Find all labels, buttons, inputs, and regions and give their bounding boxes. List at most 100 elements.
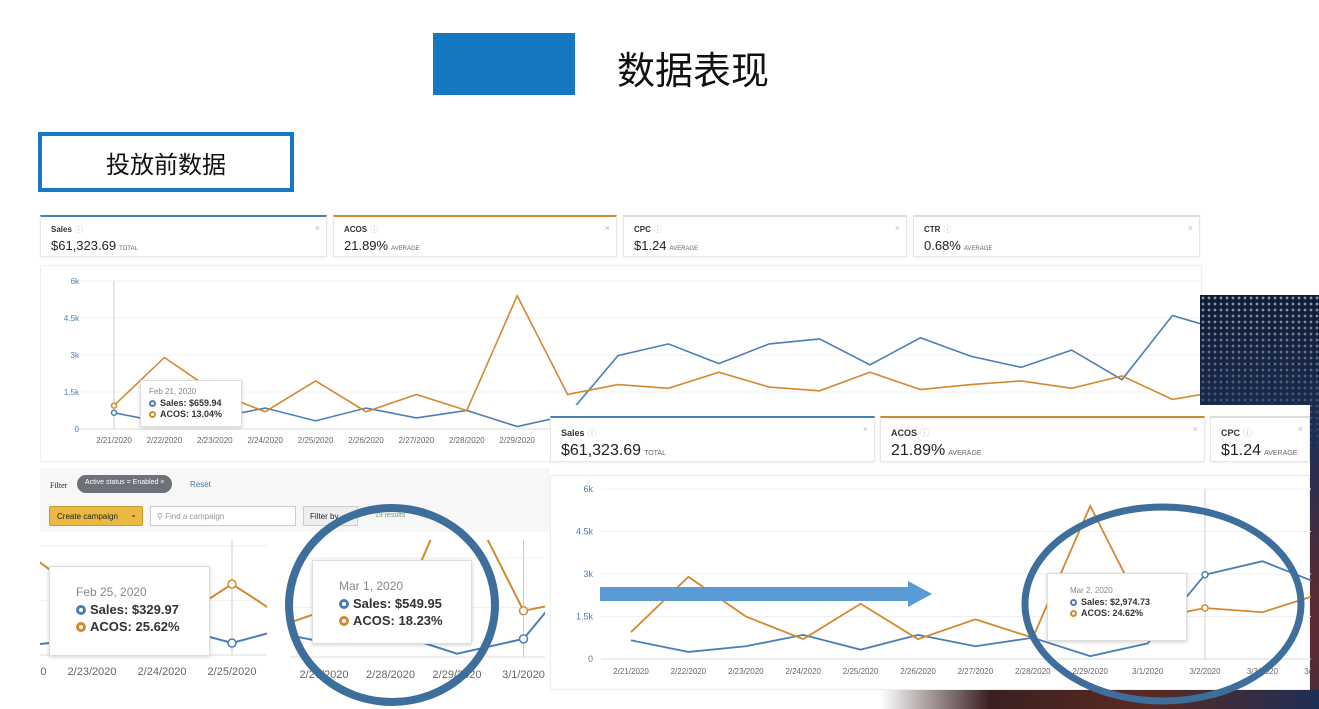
close-icon[interactable]: × bbox=[315, 223, 320, 233]
info-icon: ⓘ bbox=[74, 225, 83, 234]
metric-card-cpc[interactable]: CPC ⓘ $1.24 AVERAGE × bbox=[623, 215, 907, 257]
x-tick-label: 2/27/2020 bbox=[958, 667, 994, 676]
close-icon[interactable]: × bbox=[1188, 223, 1193, 233]
info-icon: ⓘ bbox=[370, 225, 379, 234]
create-campaign-button[interactable]: Create campaign ⌄ bbox=[49, 506, 143, 526]
info-icon: ⓘ bbox=[920, 428, 930, 438]
x-tick-label: 2/25/2020 bbox=[298, 436, 334, 445]
x-tick-label: 2/26/2020 bbox=[348, 436, 384, 445]
data-point-acos bbox=[110, 402, 118, 409]
x-tick-label: 2/21/2020 bbox=[96, 436, 132, 445]
metric-suffix: AVERAGE bbox=[1264, 450, 1298, 457]
x-tick-label: 2/24/2020 bbox=[785, 667, 821, 676]
metric-label: Sales ⓘ bbox=[51, 225, 83, 234]
data-point-acos bbox=[518, 606, 529, 616]
sales-dot-icon bbox=[76, 604, 86, 615]
x-tick-label: 2/25/2020 bbox=[843, 667, 879, 676]
y-tick-label: 1.5k bbox=[576, 612, 594, 622]
metric-card-sales[interactable]: Sales ⓘ $61,323.69 TOTAL × bbox=[40, 215, 327, 257]
search-placeholder: Find a campaign bbox=[165, 512, 225, 521]
acos-dot-icon bbox=[76, 621, 86, 632]
metric-label: CPC ⓘ bbox=[1221, 428, 1253, 438]
tooltip-date: Feb 25, 2020 bbox=[76, 585, 147, 599]
metric-value: 0.68% AVERAGE bbox=[924, 238, 993, 253]
data-point-acos bbox=[227, 579, 237, 589]
zoom-crop-feb25: 2/21/20202/22/20202/23/20202/24/20202/25… bbox=[40, 540, 267, 700]
metric-card-acos[interactable]: ACOS ⓘ 21.89% AVERAGE × bbox=[880, 416, 1205, 462]
x-tick-label: 2/26/2020 bbox=[900, 667, 936, 676]
highlight-circle-right bbox=[1021, 503, 1305, 705]
data-point-sales bbox=[110, 409, 118, 416]
tooltip-date: Feb 21, 2020 bbox=[149, 387, 197, 396]
x-tick-label: 2/22/2020 bbox=[147, 436, 183, 445]
metric-label: CPC ⓘ bbox=[634, 225, 662, 234]
y-tick-label: 6k bbox=[71, 277, 80, 286]
info-icon: ⓘ bbox=[587, 428, 597, 438]
reset-link[interactable]: Reset bbox=[190, 480, 211, 489]
slide-title: 数据表现 bbox=[617, 49, 770, 93]
metric-value: $1.24 AVERAGE bbox=[634, 238, 699, 253]
dropdown-caret-icon[interactable]: ⌄ bbox=[130, 510, 137, 519]
x-tick-label: 2/22/2020 bbox=[671, 667, 707, 676]
info-icon: ⓘ bbox=[943, 225, 952, 234]
y-tick-label: 1.5k bbox=[64, 388, 80, 397]
title-accent-bar bbox=[433, 33, 575, 95]
metric-card-acos[interactable]: ACOS ⓘ 21.89% AVERAGE × bbox=[333, 215, 617, 257]
x-tick-label: 2/23/2020 bbox=[728, 667, 764, 676]
close-icon[interactable]: × bbox=[605, 223, 610, 233]
series-line-acos bbox=[113, 293, 1223, 413]
close-icon[interactable]: × bbox=[895, 223, 900, 233]
x-tick-label: 2/29/2020 bbox=[499, 436, 535, 445]
metric-label: Sales ⓘ bbox=[561, 428, 597, 438]
x-tick-label: 2/27/2020 bbox=[399, 436, 435, 445]
close-icon[interactable]: × bbox=[863, 424, 868, 434]
metric-suffix: AVERAGE bbox=[963, 246, 993, 252]
metric-card-sales[interactable]: Sales ⓘ $61,323.69 TOTAL × bbox=[550, 416, 875, 462]
data-point-sales bbox=[518, 634, 529, 644]
filter-label: Filter bbox=[50, 481, 68, 490]
x-tick-label: 2/22/2020 bbox=[40, 666, 46, 678]
y-tick-label: 0 bbox=[75, 425, 80, 434]
tooltip-acos: ACOS: 13.04% bbox=[160, 409, 223, 419]
filter-pill-active-status[interactable]: Active status = Enabled × bbox=[77, 475, 173, 493]
sales-dot-icon bbox=[149, 400, 156, 407]
metric-value: $61,323.69 TOTAL bbox=[561, 442, 666, 459]
metric-label: ACOS ⓘ bbox=[891, 428, 930, 438]
x-tick-label: 2/23/2020 bbox=[68, 666, 117, 678]
metric-card-cpc[interactable]: CPC ⓘ $1.24 AVERAGE × bbox=[1210, 416, 1310, 462]
metric-value: $61,323.69 TOTAL bbox=[51, 238, 138, 253]
x-tick-label: 2/21/2020 bbox=[613, 667, 649, 676]
tooltip-sales: Sales: $329.97 bbox=[90, 602, 179, 617]
y-tick-label: 0 bbox=[588, 654, 593, 664]
x-tick-label: 2/28/2020 bbox=[449, 436, 485, 445]
section-label-box: 投放前数据 bbox=[38, 132, 294, 192]
y-tick-label: 6k bbox=[583, 484, 593, 494]
data-point-sales bbox=[227, 638, 237, 648]
x-tick-label: 2/24/2020 bbox=[138, 666, 187, 678]
acos-dot-icon bbox=[149, 411, 156, 418]
y-tick-label: 3k bbox=[71, 351, 80, 360]
y-tick-label: 4.5k bbox=[576, 527, 594, 537]
tooltip-sales: Sales: $659.94 bbox=[160, 398, 222, 408]
info-icon: ⓘ bbox=[1243, 428, 1253, 438]
find-campaign-input[interactable]: ⚲ Find a campaign bbox=[150, 506, 296, 526]
metric-card-ctr[interactable]: CTR ⓘ 0.68% AVERAGE × bbox=[913, 215, 1200, 257]
search-icon: ⚲ bbox=[157, 512, 166, 521]
tooltip-top: Feb 21, 2020 Sales: $659.94 ACOS: 13.04% bbox=[140, 380, 242, 427]
section-label: 投放前数据 bbox=[106, 150, 226, 179]
x-tick-label: 2/24/2020 bbox=[247, 436, 283, 445]
close-icon[interactable]: × bbox=[1193, 424, 1198, 434]
tooltip-crop1: Feb 25, 2020 Sales: $329.97 ACOS: 25.62% bbox=[49, 566, 210, 656]
tooltip-acos: ACOS: 25.62% bbox=[90, 619, 180, 634]
close-icon[interactable]: × bbox=[1298, 424, 1303, 434]
metric-value: $1.24 AVERAGE bbox=[1221, 442, 1298, 459]
info-icon: ⓘ bbox=[653, 225, 662, 234]
create-campaign-label: Create campaign bbox=[57, 512, 118, 521]
metric-suffix: AVERAGE bbox=[391, 246, 420, 252]
x-tick-label: 2/25/2020 bbox=[208, 666, 257, 678]
metric-value: 21.89% AVERAGE bbox=[891, 442, 982, 459]
metric-label: ACOS ⓘ bbox=[344, 225, 379, 234]
highlight-circle-left bbox=[285, 504, 499, 706]
metric-suffix: TOTAL bbox=[119, 246, 138, 252]
metric-suffix: AVERAGE bbox=[669, 246, 699, 252]
